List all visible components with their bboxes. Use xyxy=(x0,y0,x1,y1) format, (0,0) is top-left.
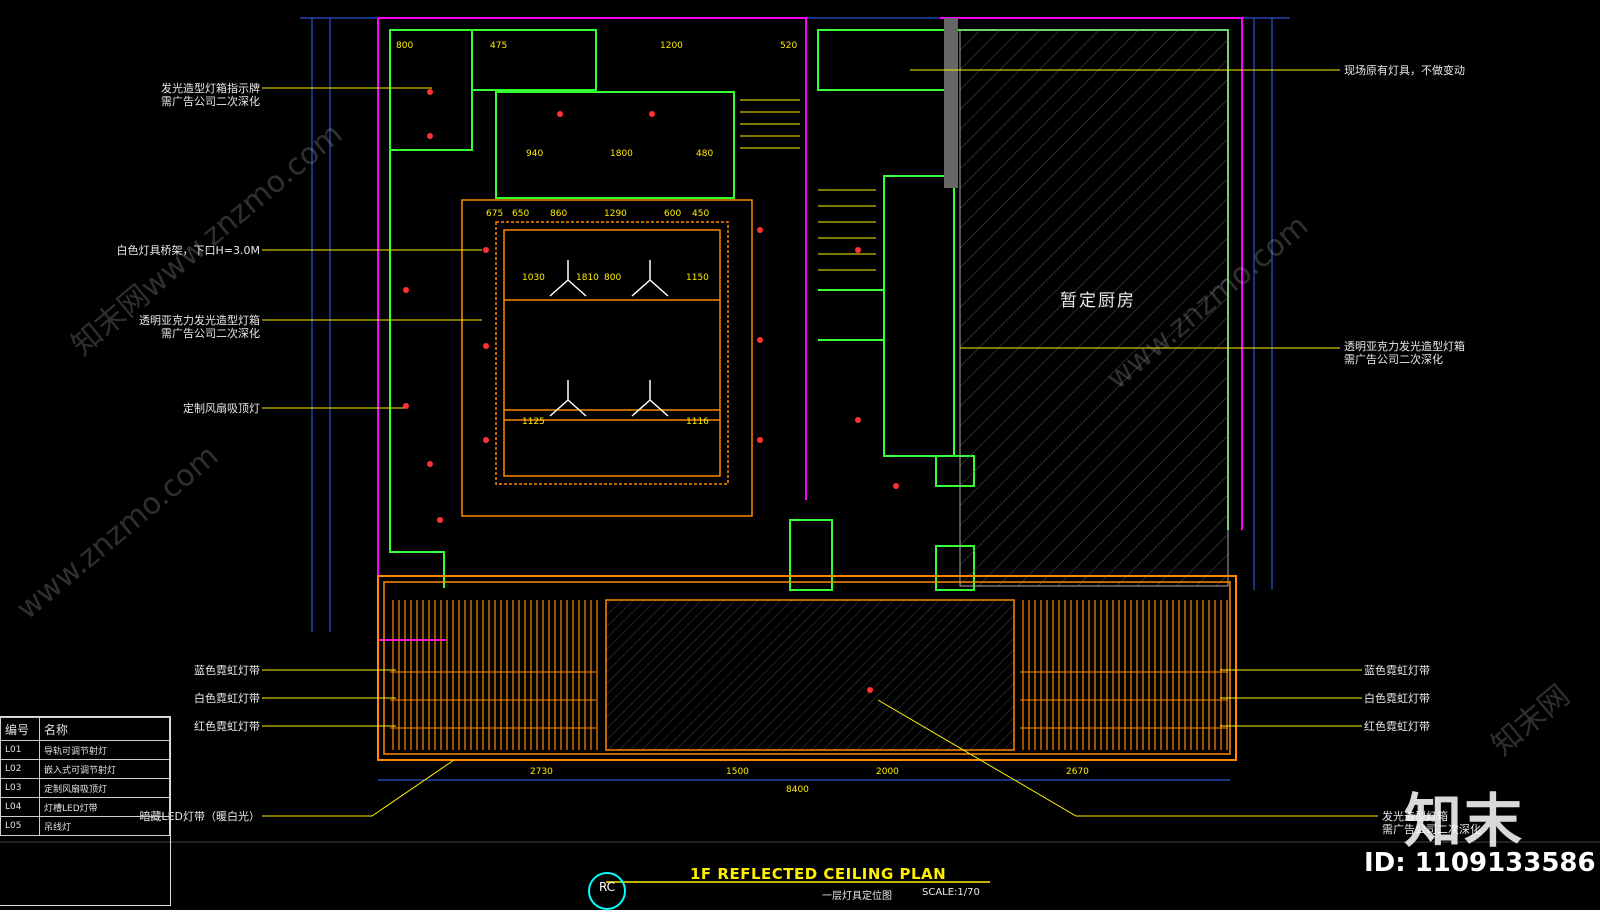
drawing-title: 1F REFLECTED CEILING PLAN xyxy=(690,865,947,883)
legend-code: L03 xyxy=(0,778,40,798)
central-hatch-zone xyxy=(605,599,1015,751)
dim-text: 1290 xyxy=(604,209,627,219)
dim-text: 2670 xyxy=(1066,767,1089,777)
label-line: 需广告公司二次深化 xyxy=(1344,353,1443,366)
legend-row: L05 吊线灯 xyxy=(0,816,170,836)
label-line: 现场原有灯具，不做变动 xyxy=(1344,64,1465,77)
label-line: 需广告公司二次深化 xyxy=(161,95,260,108)
legend-row: L03 定制风扇吸顶灯 xyxy=(0,778,170,798)
dim-text: 475 xyxy=(490,41,508,51)
legend-code: L05 xyxy=(0,816,40,836)
label-line: 白色霓虹灯带 xyxy=(1364,692,1430,705)
legend-header-code: 编号 xyxy=(0,717,40,741)
label-line: 透明亚克力发光造型灯箱 xyxy=(139,314,260,327)
legend-table: 编号 名称 L01 导轨可调节射灯 L02 嵌入式可调节射灯 L03 定制风扇吸… xyxy=(0,717,170,836)
label-line: 透明亚克力发光造型灯箱 xyxy=(1344,340,1465,353)
legend-header-name: 名称 xyxy=(39,717,170,741)
legend-name: 嵌入式可调节射灯 xyxy=(39,759,170,779)
drawing-scale: SCALE:1/70 xyxy=(922,887,980,898)
legend-row: L04 灯槽LED灯带 xyxy=(0,797,170,817)
drawing-subtitle: 一层灯具定位图 xyxy=(822,891,892,902)
label-red-neon-right: 红色霓虹灯带 xyxy=(1364,720,1430,733)
label-line: 红色霓虹灯带 xyxy=(194,720,260,733)
staircase xyxy=(740,99,876,271)
dim-text: 800 xyxy=(604,273,622,283)
label-white-neon-left: 白色霓虹灯带 xyxy=(194,692,260,705)
ceiling-plan-drawing xyxy=(0,17,1600,883)
dim-text: 1200 xyxy=(660,41,683,51)
label-acrylic-lightbox-left: 透明亚克力发光造型灯箱 需广告公司二次深化 xyxy=(139,314,260,340)
legend-name: 定制风扇吸顶灯 xyxy=(39,778,170,798)
dim-text: 1810 xyxy=(576,273,599,283)
label-acrylic-lightbox-right: 透明亚克力发光造型灯箱 需广告公司二次深化 xyxy=(1344,340,1465,366)
legend-code: L01 xyxy=(0,740,40,760)
dim-text: 1500 xyxy=(726,767,749,777)
legend-code: L04 xyxy=(0,797,40,817)
label-fan-light: 定制风扇吸顶灯 xyxy=(183,402,260,415)
legend-name: 灯槽LED灯带 xyxy=(39,797,170,817)
dim-text: 800 xyxy=(396,41,414,51)
fixture-legend: 编号 名称 L01 导轨可调节射灯 L02 嵌入式可调节射灯 L03 定制风扇吸… xyxy=(0,716,171,906)
site-logo: 知末 xyxy=(1404,787,1525,855)
label-line: 蓝色霓虹灯带 xyxy=(194,664,260,677)
column xyxy=(944,18,958,188)
image-id: ID: 1109133586 xyxy=(1364,848,1596,878)
room-label-kitchen: 暂定厨房 xyxy=(1060,291,1136,311)
label-blue-neon-right: 蓝色霓虹灯带 xyxy=(1364,664,1430,677)
legend-row: L02 嵌入式可调节射灯 xyxy=(0,759,170,779)
label-line: 定制风扇吸顶灯 xyxy=(183,402,260,415)
label-indicator-lightbox: 发光造型灯箱指示牌 需广告公司二次深化 xyxy=(161,82,260,108)
dim-text: 8400 xyxy=(786,785,809,795)
legend-name: 吊线灯 xyxy=(39,816,170,836)
drawing-badge: RC xyxy=(588,872,626,910)
label-existing-fixture: 现场原有灯具，不做变动 xyxy=(1344,64,1465,77)
dim-text: 1150 xyxy=(686,273,709,283)
label-blue-neon-left: 蓝色霓虹灯带 xyxy=(194,664,260,677)
dim-text: 675 xyxy=(486,209,504,219)
label-line: 白色霓虹灯带 xyxy=(194,692,260,705)
dim-text: 650 xyxy=(512,209,530,219)
dim-text: 2730 xyxy=(530,767,553,777)
dim-text: 1030 xyxy=(522,273,545,283)
legend-header-row: 编号 名称 xyxy=(0,717,170,741)
label-line: 红色霓虹灯带 xyxy=(1364,720,1430,733)
legend-name: 导轨可调节射灯 xyxy=(39,740,170,760)
dim-text: 860 xyxy=(550,209,568,219)
dim-text: 1116 xyxy=(686,417,709,427)
label-line: 蓝色霓虹灯带 xyxy=(1364,664,1430,677)
dim-text: 520 xyxy=(780,41,798,51)
dim-text: 480 xyxy=(696,149,714,159)
dim-text: 1125 xyxy=(522,417,545,427)
label-red-neon-left: 红色霓虹灯带 xyxy=(194,720,260,733)
dim-text: 940 xyxy=(526,149,544,159)
dim-text: 450 xyxy=(692,209,710,219)
dim-text: 1800 xyxy=(610,149,633,159)
dim-text: 600 xyxy=(664,209,682,219)
label-line: 需广告公司二次深化 xyxy=(161,327,260,340)
dim-text: 2000 xyxy=(876,767,899,777)
label-white-neon-right: 白色霓虹灯带 xyxy=(1364,692,1430,705)
legend-code: L02 xyxy=(0,759,40,779)
legend-row: L01 导轨可调节射灯 xyxy=(0,740,170,760)
label-line: 发光造型灯箱指示牌 xyxy=(161,82,260,95)
